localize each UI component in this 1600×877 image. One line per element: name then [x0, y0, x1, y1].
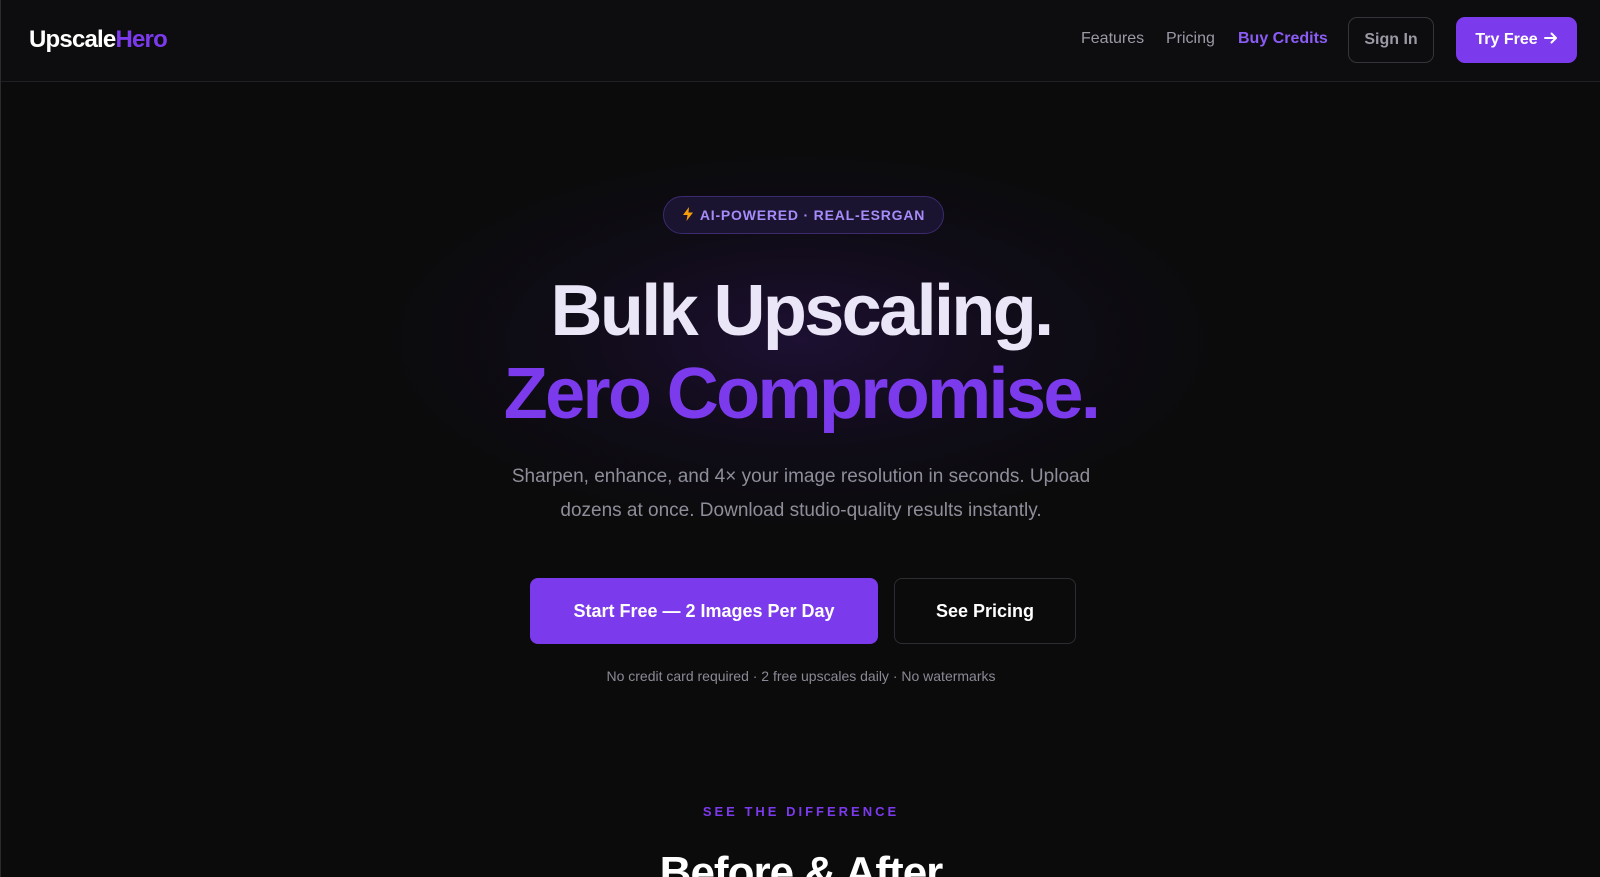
arrow-right-icon	[1543, 31, 1558, 50]
start-free-label: Start Free — 2 Images Per Day	[573, 600, 835, 621]
headline-line-1: Bulk Upscaling.	[550, 271, 1054, 351]
logo-text-upscale: Upscale	[29, 26, 116, 53]
see-pricing-button[interactable]: See Pricing	[894, 578, 1076, 644]
hero-subtitle: Sharpen, enhance, and 4× your image reso…	[511, 466, 1091, 521]
logo[interactable]: UpscaleHero	[29, 26, 168, 54]
top-nav: UpscaleHero Features Pricing Buy Credits…	[1, 0, 1600, 82]
sign-in-label: Sign In	[1364, 31, 1418, 48]
nav-link-features[interactable]: Features	[1081, 30, 1144, 48]
sign-in-button[interactable]: Sign In	[1348, 17, 1434, 63]
logo-text-hero: Hero	[115, 26, 167, 53]
headline-line-2: Zero Compromise.	[503, 354, 1101, 434]
hero-fineprint: No credit card required · 2 free upscale…	[606, 668, 996, 684]
section-title: Before & After	[659, 848, 944, 877]
nav-link-buy-credits[interactable]: Buy Credits	[1238, 30, 1328, 48]
badge-text: AI-POWERED · REAL-ESRGAN	[699, 207, 926, 223]
start-free-button[interactable]: Start Free — 2 Images Per Day	[530, 578, 878, 644]
try-free-button[interactable]: Try Free	[1456, 17, 1577, 63]
section-label: SEE THE DIFFERENCE	[702, 804, 900, 819]
hero-badge: AI-POWERED · REAL-ESRGAN	[663, 196, 944, 234]
see-pricing-label: See Pricing	[935, 600, 1035, 621]
page: UpscaleHero Features Pricing Buy Credits…	[0, 0, 1600, 877]
lightning-icon	[682, 206, 694, 224]
nav-link-pricing[interactable]: Pricing	[1166, 30, 1215, 48]
try-free-label: Try Free	[1475, 31, 1538, 48]
